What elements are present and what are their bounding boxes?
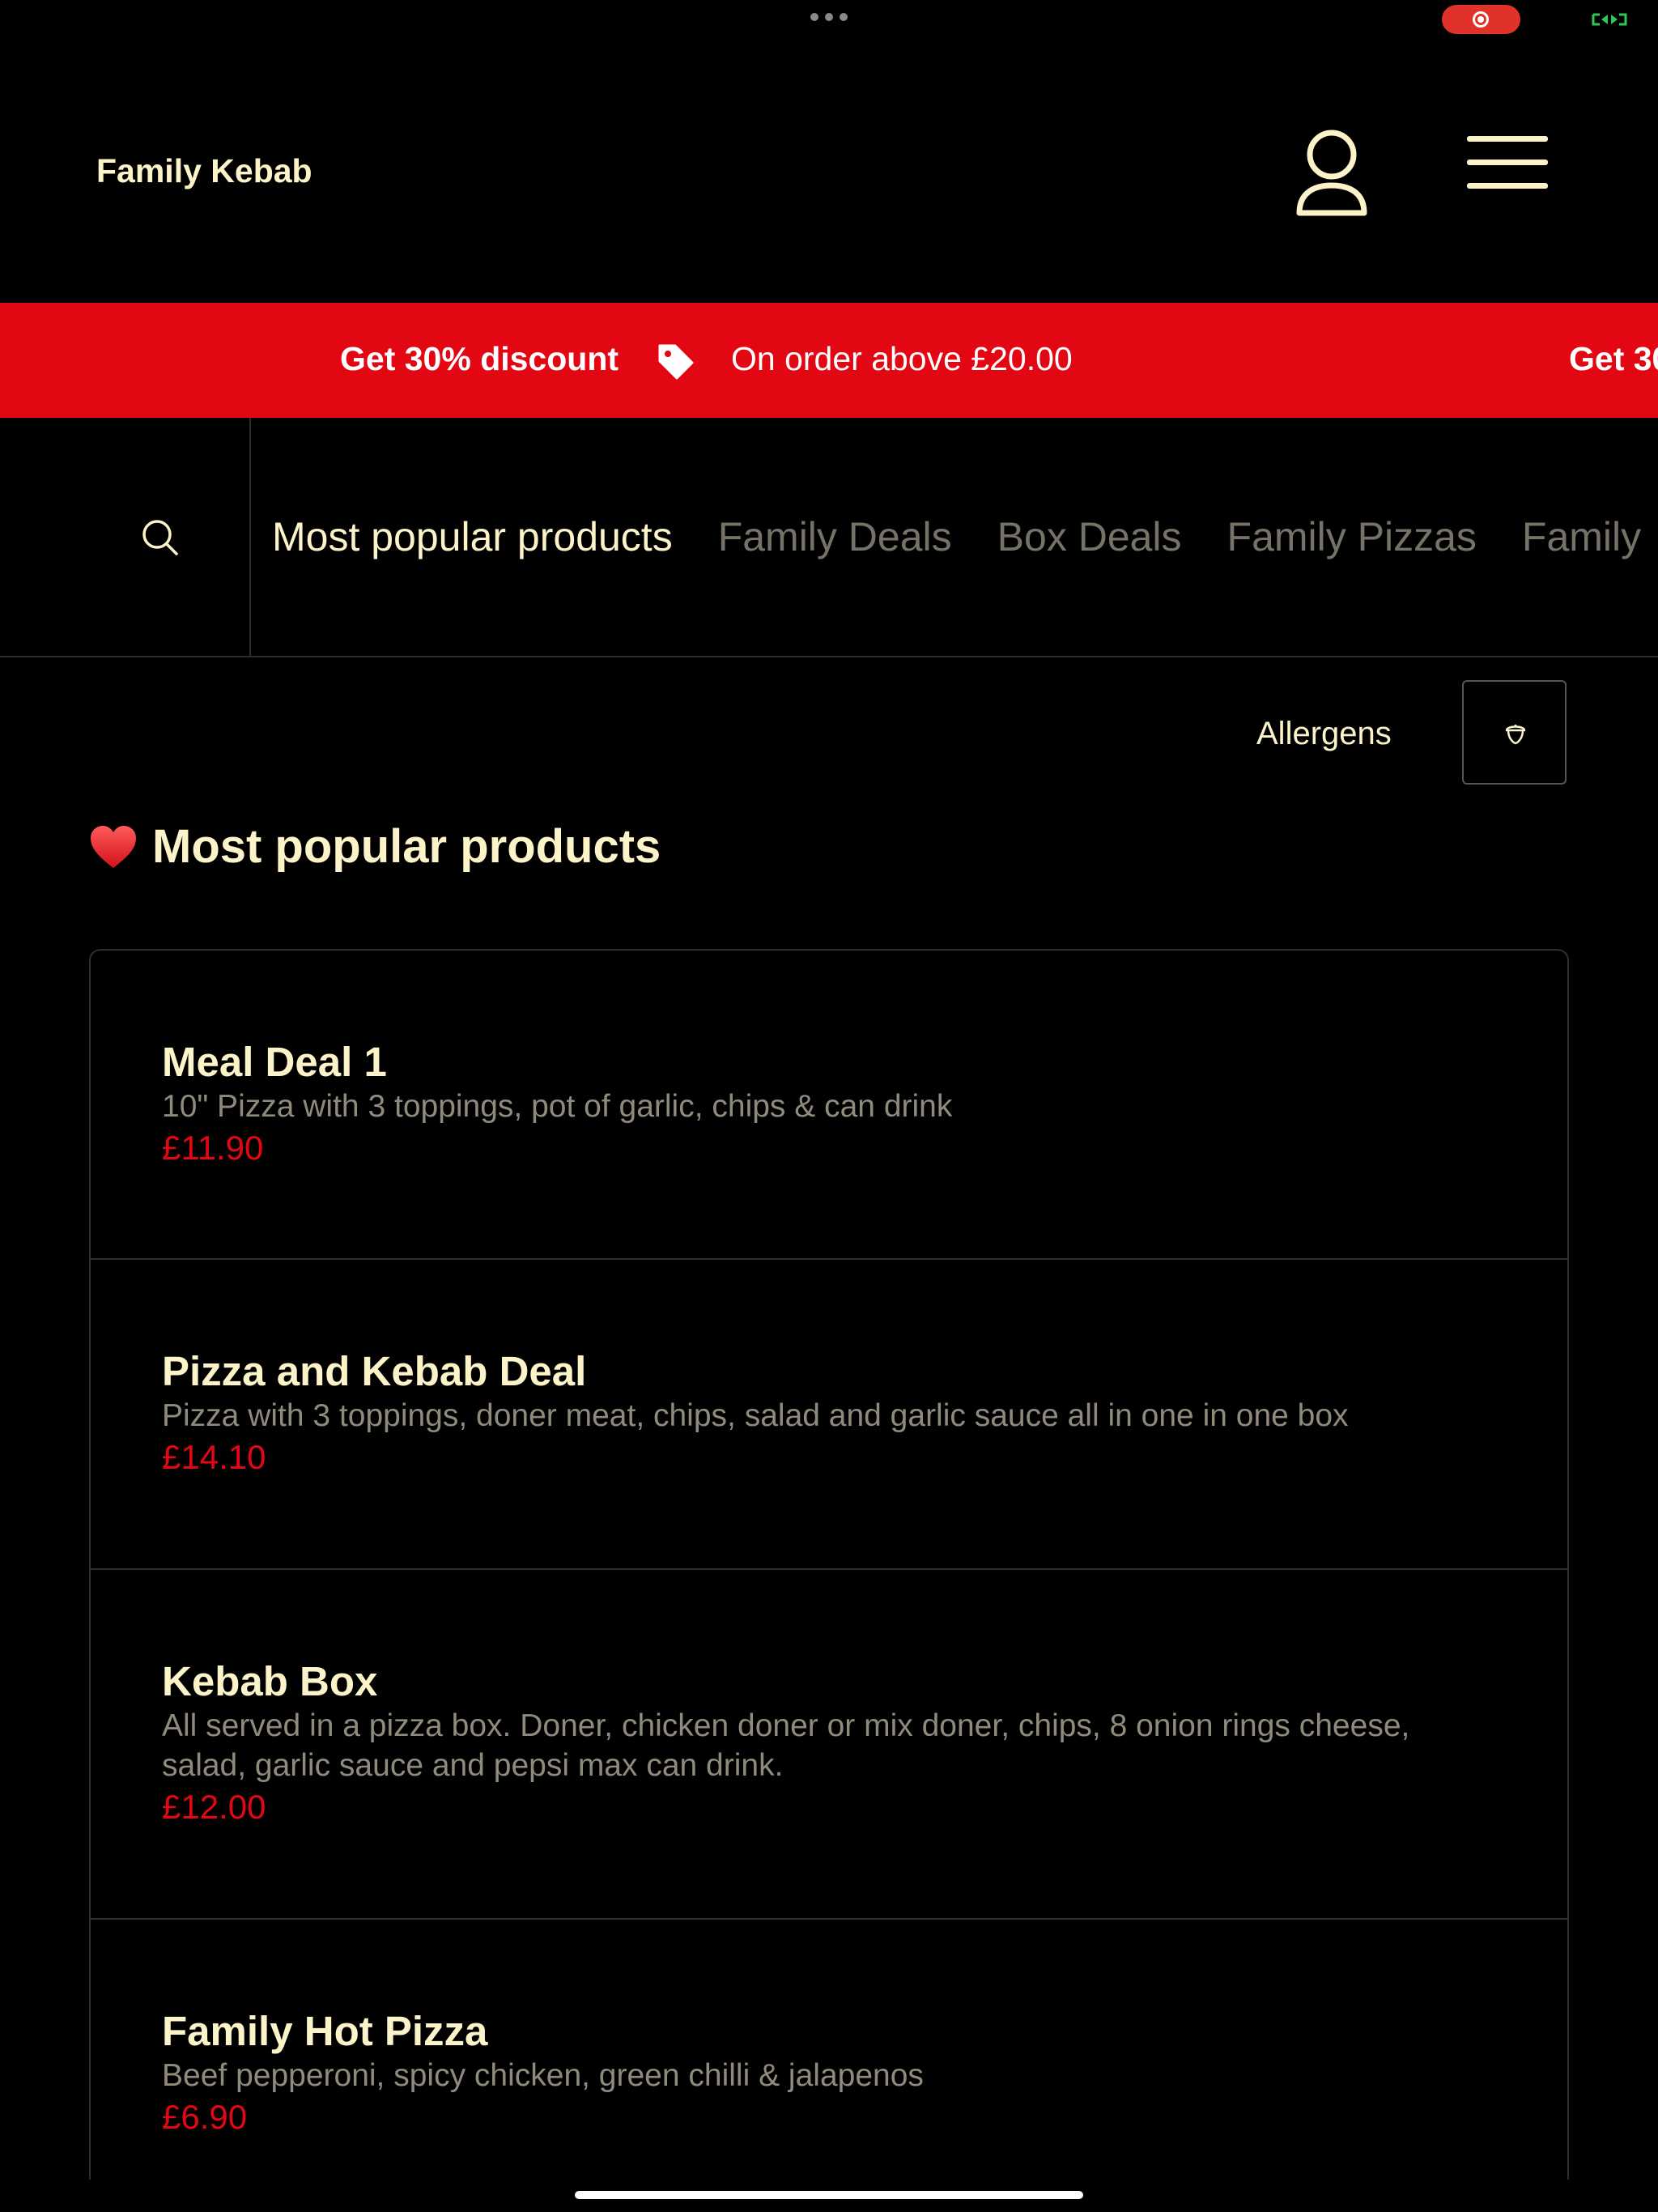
promo-banner: Get 30% discount On order above £20.00 G… <box>0 303 1658 418</box>
product-price: £14.10 <box>162 1438 266 1476</box>
section-title: Most popular products <box>152 820 661 873</box>
page: Family Kebab Get 30% discount On order a… <box>0 0 1658 2212</box>
tab-family-deals[interactable]: Family Deals <box>718 513 952 560</box>
allergens-label[interactable]: Allergens <box>1256 716 1392 752</box>
tab-box-deals[interactable]: Box Deals <box>997 513 1182 560</box>
product-price: £11.90 <box>162 1129 264 1167</box>
promo-headline-repeat: Get 30 <box>1569 340 1658 377</box>
product-card[interactable]: Meal Deal 1 10" Pizza with 3 toppings, p… <box>91 951 1567 1260</box>
product-name: Kebab Box <box>162 1658 378 1704</box>
search-button[interactable] <box>0 418 251 656</box>
product-price: £6.90 <box>162 2098 248 2136</box>
hamburger-menu-icon[interactable] <box>1467 136 1548 209</box>
product-card[interactable]: Pizza and Kebab Deal Pizza with 3 toppin… <box>91 1260 1567 1570</box>
product-card[interactable]: Kebab Box All served in a pizza box. Don… <box>91 1570 1567 1920</box>
screen-mirroring-icon <box>1592 13 1627 26</box>
heart-icon <box>91 825 136 868</box>
product-price: £12.00 <box>162 1788 266 1826</box>
product-name: Pizza and Kebab Deal <box>162 1348 587 1394</box>
product-name: Family Hot Pizza <box>162 2008 488 2054</box>
section-heading: Most popular products <box>89 819 661 874</box>
product-description: Beef pepperoni, spicy chicken, green chi… <box>162 2058 924 2093</box>
promo-detail: On order above £20.00 <box>731 340 1073 377</box>
product-name: Meal Deal 1 <box>162 1039 387 1085</box>
multitask-dots-icon[interactable] <box>810 13 848 21</box>
allergens-button[interactable] <box>1462 680 1567 785</box>
product-card[interactable]: Family Hot Pizza Beef pepperoni, spicy c… <box>91 1920 1567 2180</box>
product-list: Meal Deal 1 10" Pizza with 3 toppings, p… <box>89 949 1569 2180</box>
product-description: Pizza with 3 toppings, doner meat, chips… <box>162 1398 1349 1433</box>
screen-recording-icon[interactable] <box>1442 5 1520 34</box>
tab-most-popular[interactable]: Most popular products <box>272 513 673 560</box>
home-indicator[interactable] <box>575 2191 1083 2199</box>
brand-name[interactable]: Family Kebab <box>96 152 312 190</box>
tab-family[interactable]: Family <box>1522 513 1641 560</box>
price-tag-icon <box>658 344 694 380</box>
category-tabs: Most popular products Family Deals Box D… <box>243 513 1641 560</box>
acorn-icon <box>1505 725 1526 745</box>
product-description: 10" Pizza with 3 toppings, pot of garlic… <box>162 1089 953 1124</box>
account-icon[interactable] <box>1295 125 1368 219</box>
tab-family-pizzas[interactable]: Family Pizzas <box>1227 513 1477 560</box>
category-nav: Most popular products Family Deals Box D… <box>0 418 1658 657</box>
promo-headline: Get 30% discount <box>340 340 619 377</box>
search-icon <box>142 520 178 555</box>
product-description: All served in a pizza box. Doner, chicke… <box>162 1708 1410 1783</box>
